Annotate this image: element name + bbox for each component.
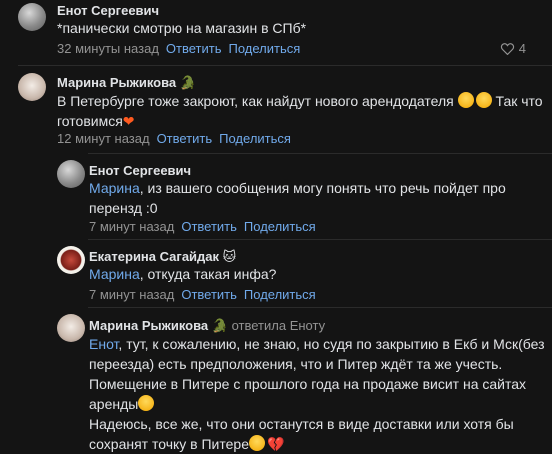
share-button[interactable]: Поделиться <box>244 219 316 234</box>
text-line: , тут, к сожалению, не знаю, но судя по … <box>118 336 545 352</box>
comment-text: *панически смотрю на магазин в СПб* <box>57 20 307 36</box>
mention-link[interactable]: Марина <box>89 180 140 196</box>
text-line: перензд :0 <box>89 200 158 216</box>
divider <box>88 307 552 308</box>
avatar[interactable] <box>57 314 85 342</box>
mention-link[interactable]: Енот <box>89 336 118 352</box>
avatar[interactable] <box>57 160 85 188</box>
author-label: Екатерина Сагайдак <box>89 249 220 264</box>
timestamp[interactable]: 32 минуты назад <box>57 41 159 56</box>
author-name[interactable]: Енот Сергеевич <box>57 3 159 18</box>
comment-text: В Петербурге тоже закроют, как найдут но… <box>57 91 543 131</box>
text-line: сохранят точку в Питере <box>89 436 249 452</box>
text-line: готовимся <box>57 113 123 129</box>
author-name[interactable]: Екатерина Сагайдак 🐱 <box>89 249 236 265</box>
share-button[interactable]: Поделиться <box>219 131 291 146</box>
timestamp[interactable]: 7 минут назад <box>89 219 174 234</box>
crocodile-badge-icon: 🐊 <box>211 318 228 333</box>
comment-meta: 32 минуты назад Ответить Поделиться <box>57 41 300 56</box>
share-button[interactable]: Поделиться <box>244 287 316 302</box>
text-line: В Петербурге тоже закроют, как найдут но… <box>57 93 454 109</box>
like-button[interactable]: 4 <box>500 41 526 56</box>
reply-button[interactable]: Ответить <box>166 41 222 56</box>
pleading-face-icon <box>249 435 265 451</box>
avatar[interactable] <box>57 246 85 274</box>
avatar[interactable] <box>18 73 46 101</box>
share-button[interactable]: Поделиться <box>228 41 300 56</box>
text-line: Так что <box>495 93 543 109</box>
timestamp[interactable]: 7 минут назад <box>89 287 174 302</box>
comment-text: Марина, из вашего сообщения могу понять … <box>89 178 506 218</box>
reply-button[interactable]: Ответить <box>157 131 213 146</box>
text-line: аренды <box>89 396 139 412</box>
comment-meta: 7 минут назад Ответить Поделиться <box>89 219 316 234</box>
author-label: Марина Рыжикова <box>89 318 209 333</box>
reply-button[interactable]: Ответить <box>181 287 237 302</box>
pleading-face-icon <box>457 92 474 108</box>
divider <box>88 239 552 240</box>
replied-to-label[interactable]: ответила Еноту <box>232 318 326 333</box>
text-line: переезда) есть предположения, что и Пите… <box>89 356 503 372</box>
disappointed-face-icon <box>138 395 155 411</box>
heart-icon <box>500 43 514 56</box>
text-line: , из вашего сообщения могу понять что ре… <box>139 180 506 196</box>
divider <box>88 153 552 154</box>
orange-heart-icon: ❤ <box>122 113 135 129</box>
comment-meta: 12 минут назад Ответить Поделиться <box>57 131 291 146</box>
like-count: 4 <box>518 41 526 56</box>
mention-link[interactable]: Марина <box>89 266 140 282</box>
cat-badge-icon: 🐱 <box>222 249 237 264</box>
comment-meta: 7 минут назад Ответить Поделиться <box>89 287 316 302</box>
text-line: Помещение в Питере с прошлого года на пр… <box>89 376 527 392</box>
avatar[interactable] <box>18 3 46 31</box>
author-label: Марина Рыжикова <box>57 75 177 90</box>
reply-button[interactable]: Ответить <box>181 219 237 234</box>
timestamp[interactable]: 12 минут назад <box>57 131 150 146</box>
text-line: , откуда такая инфа? <box>139 266 277 282</box>
text-line: Надеюсь, все же, что они останутся в вид… <box>89 416 514 432</box>
comment-text: Марина, откуда такая инфа? <box>89 264 276 284</box>
broken-heart-icon: 💔 <box>267 436 285 452</box>
author-name[interactable]: Енот Сергеевич <box>89 163 191 178</box>
disappointed-face-icon <box>475 92 492 108</box>
crocodile-badge-icon: 🐊 <box>179 75 196 90</box>
author-name[interactable]: Марина Рыжикова 🐊 <box>57 75 196 91</box>
author-name[interactable]: Марина Рыжикова 🐊 ответила Еноту <box>89 318 325 334</box>
comment-text: Енот, тут, к сожалению, не знаю, но судя… <box>89 334 545 454</box>
divider <box>18 65 552 66</box>
